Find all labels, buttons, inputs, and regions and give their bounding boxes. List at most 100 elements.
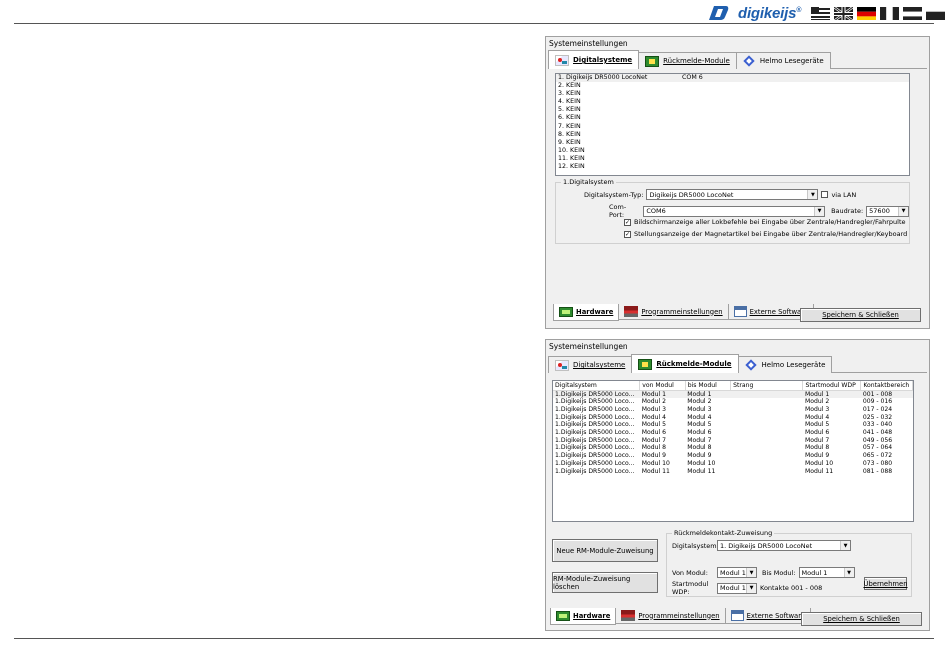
tab-externe-software[interactable]: Externe Software (724, 608, 812, 624)
table-cell: Modul 2 (804, 398, 830, 406)
column-header[interactable]: Strang (730, 381, 804, 391)
new-rm-assignment-button[interactable]: Neue RM-Module-Zuweisung (552, 539, 658, 562)
bis-modul-select[interactable]: Modul 1 ▼ (798, 567, 855, 578)
fr-flag-icon[interactable] (880, 6, 900, 20)
list-item[interactable]: 4. KEIN (556, 98, 909, 106)
column-header[interactable]: Startmodul WDP (802, 381, 862, 391)
table-cell: 025 - 032 (862, 413, 893, 421)
list-item[interactable]: 5. KEIN (556, 106, 909, 114)
reader-icon (743, 56, 756, 67)
en-flag-icon[interactable] (811, 6, 831, 20)
via-lan-checkbox[interactable] (821, 191, 829, 198)
list-item[interactable]: 11. KEIN (556, 155, 909, 163)
apply-button[interactable]: Übernehmen (863, 577, 908, 590)
table-cell: Modul 6 (641, 429, 666, 437)
bottom-tabs: Hardware Programmeinstellungen Externe S… (553, 304, 815, 321)
delete-rm-assignment-button[interactable]: RM-Module-Zuweisung löschen (552, 572, 658, 593)
column-header[interactable]: von Modul (639, 381, 686, 391)
list-item[interactable]: 9. KEIN (556, 139, 909, 147)
digitalsystem-icon (555, 54, 569, 66)
table-cell (731, 406, 803, 414)
table-cell: 1.Digikeijs DR5000 Loco... (555, 398, 635, 406)
table-row[interactable]: 1.Digikeijs DR5000 Loco... Modul 11 Modul … (553, 468, 913, 476)
window-title: Systemeinstellungen (549, 342, 628, 351)
table-row[interactable]: 1.Digikeijs DR5000 Loco... Modul 6 Modul 6… (553, 429, 913, 437)
bis-modul-label: Bis Modul: (762, 568, 796, 577)
column-header[interactable]: Kontaktbereich (860, 381, 913, 391)
window-icon (730, 610, 744, 621)
tab-digitalsysteme[interactable]: Digitalsysteme (548, 50, 640, 69)
window-title: Systemeinstellungen (549, 39, 628, 48)
table-cell (731, 460, 803, 468)
tab-rueckmelde-module[interactable]: Rückmelde-Module (631, 354, 739, 373)
list-item[interactable]: 12. KEIN (556, 163, 909, 171)
top-tabs: Digitalsysteme Rückmelde-Module Helmo Le… (548, 353, 927, 373)
table-row[interactable]: 1.Digikeijs DR5000 Loco... Modul 7 Modul 7… (553, 437, 913, 445)
table-cell: Modul 10 (804, 459, 834, 467)
von-modul-label: Von Modul: (672, 568, 708, 577)
baudrate-select[interactable]: 57600 ▼ (866, 205, 909, 217)
de-flag-icon[interactable] (857, 6, 877, 20)
list-item[interactable]: 6. KEIN (556, 114, 909, 122)
save-close-button[interactable]: Speichern & Schließen (800, 308, 921, 322)
tab-helmo-lesegeraete[interactable]: Helmo Lesegeräte (737, 356, 833, 373)
table-cell: Modul 7 (687, 436, 712, 444)
com-port-select[interactable]: COM6 ▼ (643, 205, 826, 217)
tab-helmo-lesegeraete[interactable]: Helmo Lesegeräte (735, 52, 831, 69)
ee-flag-icon[interactable] (926, 6, 946, 20)
table-cell: 1.Digikeijs DR5000 Loco... (555, 436, 635, 444)
tab-programmeinstellungen[interactable]: Programmeinstellungen (615, 608, 726, 624)
list-item-name: 1. Digikeijs DR5000 LocoNet (558, 74, 648, 81)
list-item[interactable]: 8. KEIN (556, 131, 909, 139)
rm-assignment-table[interactable]: Digitalsystem von Modul bis Modul Strang Sta… (552, 380, 914, 522)
uk-flag-icon[interactable] (834, 6, 854, 20)
nl-flag-icon[interactable] (903, 6, 923, 20)
feedback-module-icon (645, 55, 660, 67)
table-cell: 057 - 064 (862, 444, 893, 452)
list-item[interactable]: 1. Digikeijs DR5000 LocoNet COM 6 (556, 74, 909, 83)
table-row[interactable]: 1.Digikeijs DR5000 Loco... Modul 9 Modul 9… (553, 452, 913, 460)
table-cell (731, 452, 803, 460)
tab-digitalsysteme[interactable]: Digitalsysteme (548, 356, 633, 373)
tab-hardware[interactable]: Hardware (550, 608, 617, 625)
column-header[interactable]: bis Modul (685, 381, 732, 391)
lokbefehle-checkbox[interactable]: ✓ (624, 218, 631, 226)
chevron-down-icon: ▼ (814, 206, 825, 216)
list-item-name: 10. KEIN (558, 146, 585, 154)
list-item[interactable]: 7. KEIN (556, 123, 909, 131)
table-cell: Modul 7 (641, 436, 666, 444)
list-item[interactable]: 2. KEIN (556, 82, 909, 90)
digitalsystem-type-select[interactable]: Digikeijs DR5000 LocoNet ▼ (646, 189, 819, 200)
chevron-down-icon: ▼ (898, 206, 908, 216)
list-item[interactable]: 10. KEIN (556, 147, 909, 155)
table-row[interactable]: 1.Digikeijs DR5000 Loco... Modul 8 Modul 8… (553, 444, 913, 452)
startmodul-wdp-select[interactable]: Modul 1 ▼ (717, 582, 757, 594)
table-cell: Modul 4 (641, 413, 666, 421)
digitalsystem-list[interactable]: 1. Digikeijs DR5000 LocoNet COM 6 2. KEIN 3… (555, 73, 910, 176)
list-item-name: 9. KEIN (558, 138, 581, 146)
header-logo-bar: digikeijs® (706, 4, 946, 22)
stellungsanzeige-checkbox[interactable]: ✓ (624, 230, 631, 238)
list-item-name: 4. KEIN (558, 98, 581, 106)
group-label: Rückmeldekontakt-Zuweisung (672, 529, 775, 537)
table-cell: Modul 4 (804, 413, 830, 421)
tab-programmeinstellungen[interactable]: Programmeinstellungen (618, 304, 729, 320)
table-row[interactable]: 1.Digikeijs DR5000 Loco... Modul 10 Modul … (553, 460, 913, 468)
table-row[interactable]: 1.Digikeijs DR5000 Loco... Modul 1 Modul 1… (553, 390, 913, 399)
table-cell: 033 - 040 (862, 421, 893, 429)
table-row[interactable]: 1.Digikeijs DR5000 Loco... Modul 3 Modul 3… (553, 406, 913, 414)
tab-hardware[interactable]: Hardware (553, 304, 620, 321)
von-modul-select[interactable]: Modul 1 ▼ (717, 567, 757, 578)
table-row[interactable]: 1.Digikeijs DR5000 Loco... Modul 4 Modul 4… (553, 414, 913, 422)
ds-select[interactable]: 1. Digikeijs DR5000 LocoNet ▼ (717, 540, 851, 551)
column-header[interactable]: Digitalsystem (553, 381, 641, 391)
table-row[interactable]: 1.Digikeijs DR5000 Loco... Modul 2 Modul 2… (553, 398, 913, 406)
tab-rueckmelde-module[interactable]: Rückmelde-Module (638, 52, 737, 69)
type-label: Digitalsystem-Typ: (584, 190, 644, 199)
save-close-button[interactable]: Speichern & Schließen (801, 612, 922, 626)
table-cell: Modul 9 (804, 452, 830, 460)
settings-window-rueckmelde: Systemeinstellungen Digitalsysteme Rückm… (545, 339, 930, 631)
table-cell: Modul 5 (804, 421, 830, 429)
list-item[interactable]: 3. KEIN (556, 90, 909, 98)
table-row[interactable]: 1.Digikeijs DR5000 Loco... Modul 5 Modul 5… (553, 421, 913, 429)
